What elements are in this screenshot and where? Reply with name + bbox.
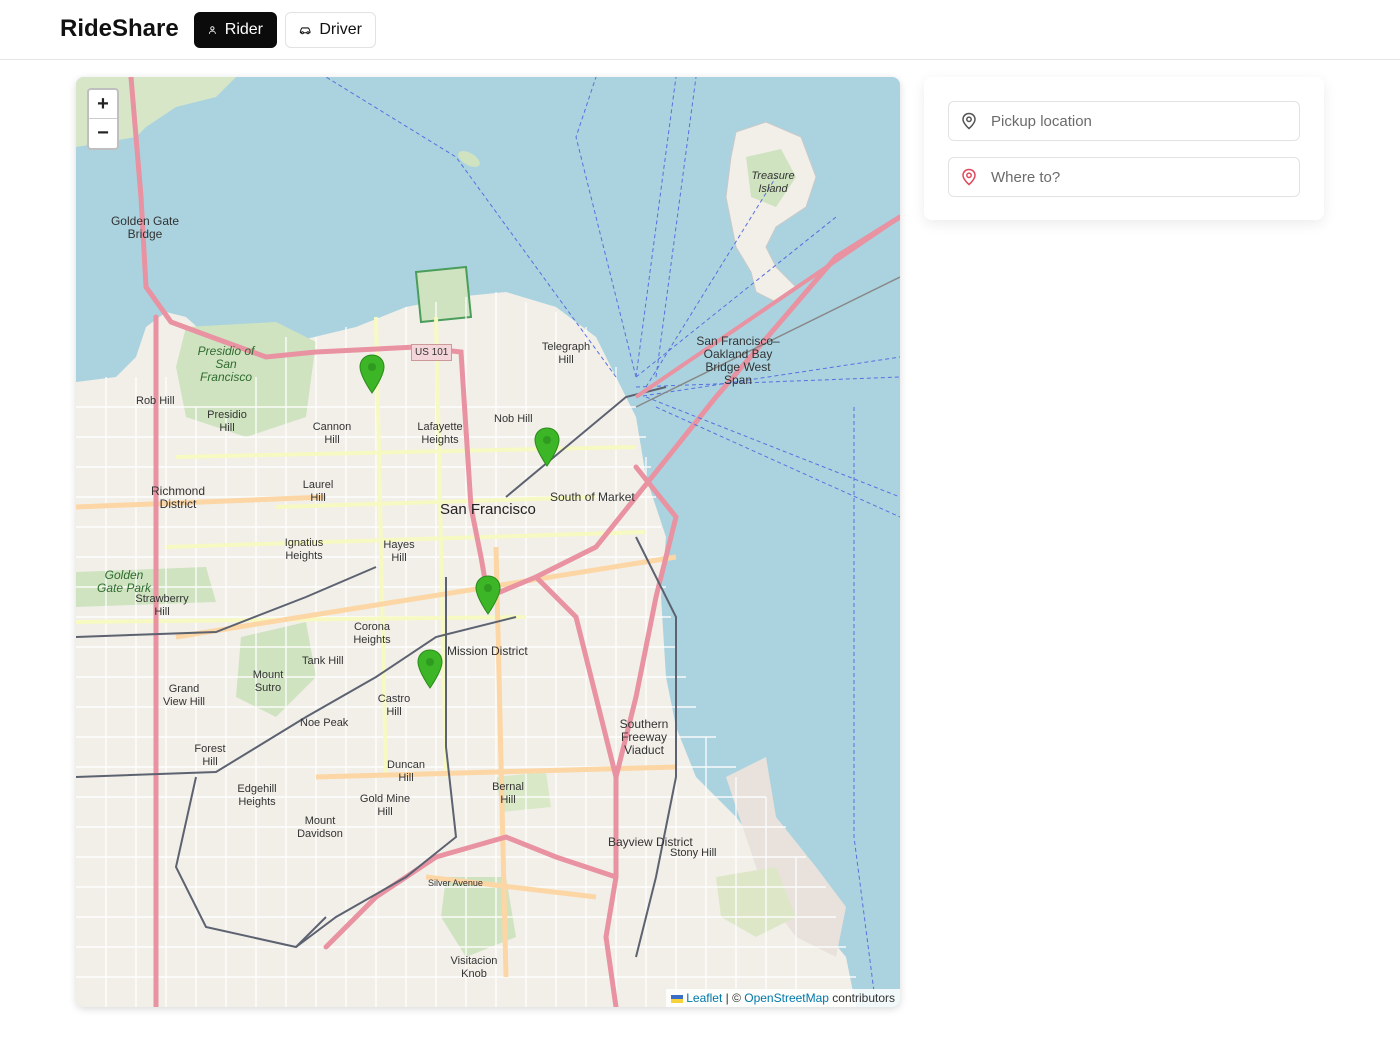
label-strawberry-hill: Strawberry Hill — [135, 593, 189, 618]
label-presidio: Presidio of San Francisco — [197, 344, 255, 384]
label-tank-hill: Tank Hill — [302, 655, 344, 667]
rider-label: Rider — [224, 21, 263, 38]
map-pin-icon — [962, 112, 976, 130]
top-header: RideShare Rider Driver — [0, 0, 1400, 60]
label-san-francisco: San Francisco — [440, 501, 536, 518]
driver-pin-3[interactable] — [475, 575, 501, 615]
dropoff-field[interactable] — [948, 157, 1300, 197]
label-cannon-hill: Cannon Hill — [312, 421, 352, 446]
label-rob-hill: Rob Hill — [136, 395, 175, 407]
label-silver-avenue: Silver Avenue — [428, 878, 483, 888]
label-duncan-hill: Duncan Hill — [387, 759, 425, 784]
driver-mode-button[interactable]: Driver — [285, 12, 376, 48]
label-golden-gate-bridge: Golden Gate Bridge — [110, 214, 180, 241]
label-nob-hill: Nob Hill — [494, 413, 533, 425]
label-mount-sutro: Mount Sutro — [252, 669, 284, 694]
label-bay-bridge: San Francisco–Oakland Bay Bridge West Sp… — [696, 334, 780, 387]
label-lafayette-heights: Lafayette Heights — [417, 421, 463, 446]
leaflet-link[interactable]: Leaflet — [686, 991, 722, 1005]
user-icon — [208, 26, 216, 34]
label-noe-peak: Noe Peak — [300, 717, 349, 729]
label-gold-mine-hill: Gold Mine Hill — [359, 793, 411, 818]
attribution-suffix: contributors — [828, 991, 895, 1005]
dropoff-input[interactable] — [991, 168, 1291, 186]
label-treasure-island: Treasure Island — [751, 170, 795, 195]
label-us101: US 101 — [411, 344, 453, 361]
label-southern-freeway: Southern Freeway Viaduct — [619, 717, 669, 757]
label-grand-view-hill: Grand View Hill — [163, 683, 205, 708]
map-tiles[interactable] — [76, 77, 900, 1007]
driver-pin-1[interactable] — [359, 354, 385, 394]
label-presidio-hill: Presidio Hill — [207, 409, 247, 434]
label-south-of-market: South of Market — [550, 490, 635, 504]
label-richmond-district: Richmond District — [150, 484, 206, 511]
label-laurel-hill: Laurel Hill — [302, 479, 334, 504]
label-stony-hill: Stony Hill — [670, 847, 717, 859]
car-icon — [299, 27, 311, 35]
brand-logo: RideShare — [60, 15, 179, 42]
map-view[interactable]: San Francisco South of Market Mission Di… — [76, 77, 900, 1007]
driver-pin-4[interactable] — [417, 649, 443, 689]
pickup-input[interactable] — [991, 112, 1291, 130]
destination-pin-icon — [962, 168, 976, 186]
label-bernal-hill: Bernal Hill — [492, 781, 524, 806]
label-corona-heights: Corona Heights — [353, 621, 391, 646]
ride-request-panel — [924, 77, 1324, 220]
label-mount-davidson: Mount Davidson — [297, 815, 343, 840]
label-hayes-hill: Hayes Hill — [383, 539, 415, 564]
label-ignatius-heights: Ignatius Heights — [284, 537, 324, 562]
label-visitacion-knob: Visitacion Knob — [450, 955, 498, 980]
label-mission-district: Mission District — [447, 644, 528, 658]
driver-label: Driver — [319, 21, 362, 38]
ukraine-flag-icon — [670, 994, 683, 1003]
zoom-in-button[interactable]: + — [89, 90, 117, 119]
label-castro-hill: Castro Hill — [377, 693, 411, 718]
zoom-out-button[interactable]: − — [89, 119, 117, 148]
label-telegraph-hill: Telegraph Hill — [541, 341, 591, 366]
map-attribution: Leaflet | © OpenStreetMap contributors — [665, 989, 900, 1007]
label-golden-gate-park: Golden Gate Park — [96, 568, 152, 595]
zoom-control: + − — [87, 88, 119, 150]
label-edgehill-heights: Edgehill Heights — [237, 783, 277, 808]
osm-link[interactable]: OpenStreetMap — [744, 991, 829, 1005]
attribution-separator: | © — [722, 991, 745, 1005]
rider-mode-button[interactable]: Rider — [194, 12, 277, 48]
driver-pin-2[interactable] — [534, 427, 560, 467]
pickup-field[interactable] — [948, 101, 1300, 141]
label-forest-hill: Forest Hill — [194, 743, 226, 768]
